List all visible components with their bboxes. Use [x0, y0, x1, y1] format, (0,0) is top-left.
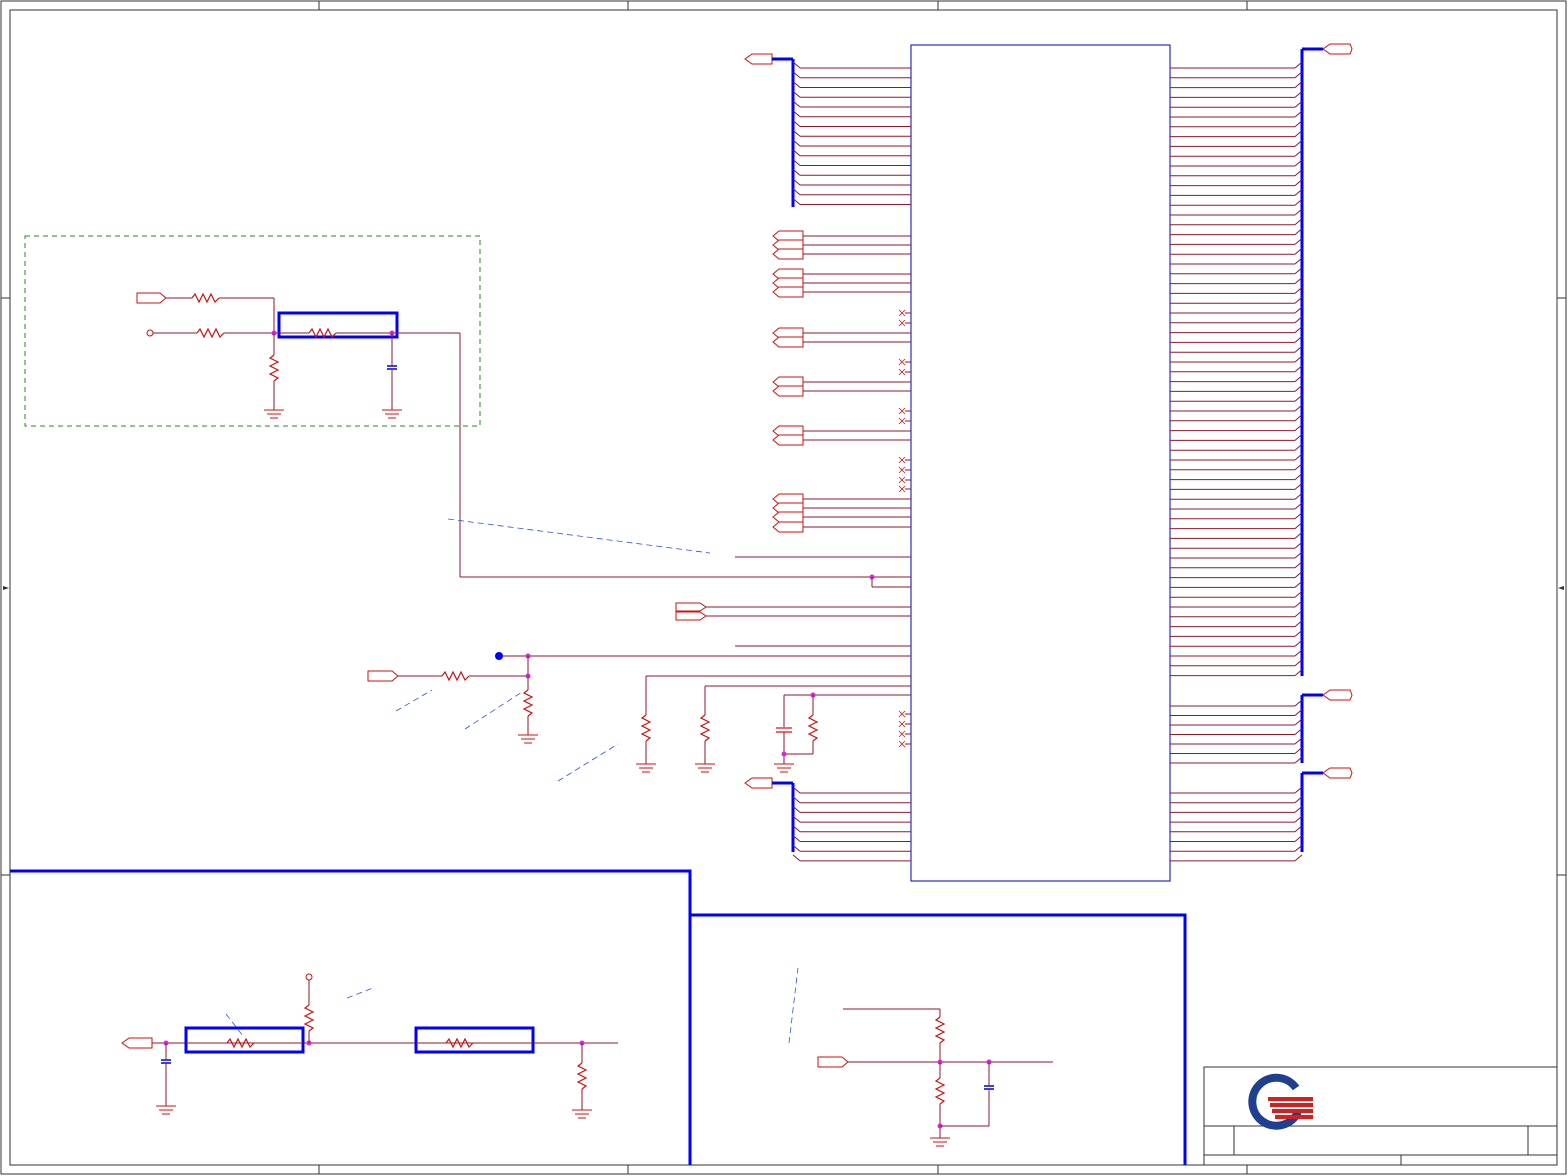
bottom-left-circuit — [121, 973, 618, 1119]
resistor — [522, 689, 534, 717]
bus-port-left-upper — [744, 53, 773, 65]
right-low-bus — [1170, 767, 1353, 862]
signal-port — [772, 434, 804, 446]
bus-port-right-low — [1322, 767, 1353, 779]
resistor — [268, 354, 280, 382]
bus-port-right-mid — [1322, 689, 1353, 701]
capacitor-icon — [776, 727, 792, 733]
right-main-bus — [1170, 43, 1353, 677]
sheet-frame — [0, 0, 1567, 1175]
signal-port — [772, 336, 804, 348]
signal-port — [772, 286, 804, 298]
right-mid-bus — [1170, 689, 1353, 764]
connector-dot-icon — [495, 652, 503, 660]
resistor — [191, 292, 220, 304]
ground-icon — [636, 763, 656, 773]
signal-port — [772, 248, 804, 260]
bus-port-right-top — [1322, 43, 1353, 55]
schematic-sheet — [0, 0, 1567, 1175]
left-lower-bus — [744, 777, 911, 862]
signal-port — [772, 511, 804, 523]
company-logo-icon — [1248, 1073, 1313, 1130]
input-port-top — [136, 292, 167, 304]
resistor — [441, 670, 470, 682]
title-block — [1203, 1066, 1558, 1166]
signal-port-pair — [675, 602, 911, 621]
reset-circuit — [367, 652, 911, 782]
signal-port — [772, 385, 804, 397]
highlight-group-box — [24, 235, 481, 427]
capacitor-icon — [161, 1059, 171, 1064]
pulldown-resistors — [636, 675, 911, 773]
ground-icon — [774, 763, 794, 773]
no-connect-marks — [898, 309, 911, 748]
ground-icon — [382, 409, 402, 419]
ground-icon — [156, 1105, 176, 1115]
left-upper-bus — [744, 53, 911, 207]
bottom-section-borders — [10, 869, 1187, 1165]
bus-port-left-lower — [744, 777, 773, 789]
ground-icon — [264, 409, 284, 419]
ground-icon — [930, 1137, 950, 1147]
capacitor-icon — [984, 1085, 994, 1090]
signal-wire — [792, 854, 801, 862]
capacitor-icon — [387, 365, 397, 370]
main-ic-body — [910, 44, 1171, 882]
signal-port — [772, 521, 804, 533]
test-point-icon — [146, 329, 154, 337]
ground-icon — [695, 763, 715, 773]
signal-wire — [1294, 854, 1303, 862]
bottom-middle-circuit — [788, 967, 1053, 1147]
ground-icon — [518, 734, 538, 744]
resistor — [196, 327, 225, 339]
ground-icon — [572, 1109, 592, 1119]
left-signal-ports — [772, 230, 911, 533]
